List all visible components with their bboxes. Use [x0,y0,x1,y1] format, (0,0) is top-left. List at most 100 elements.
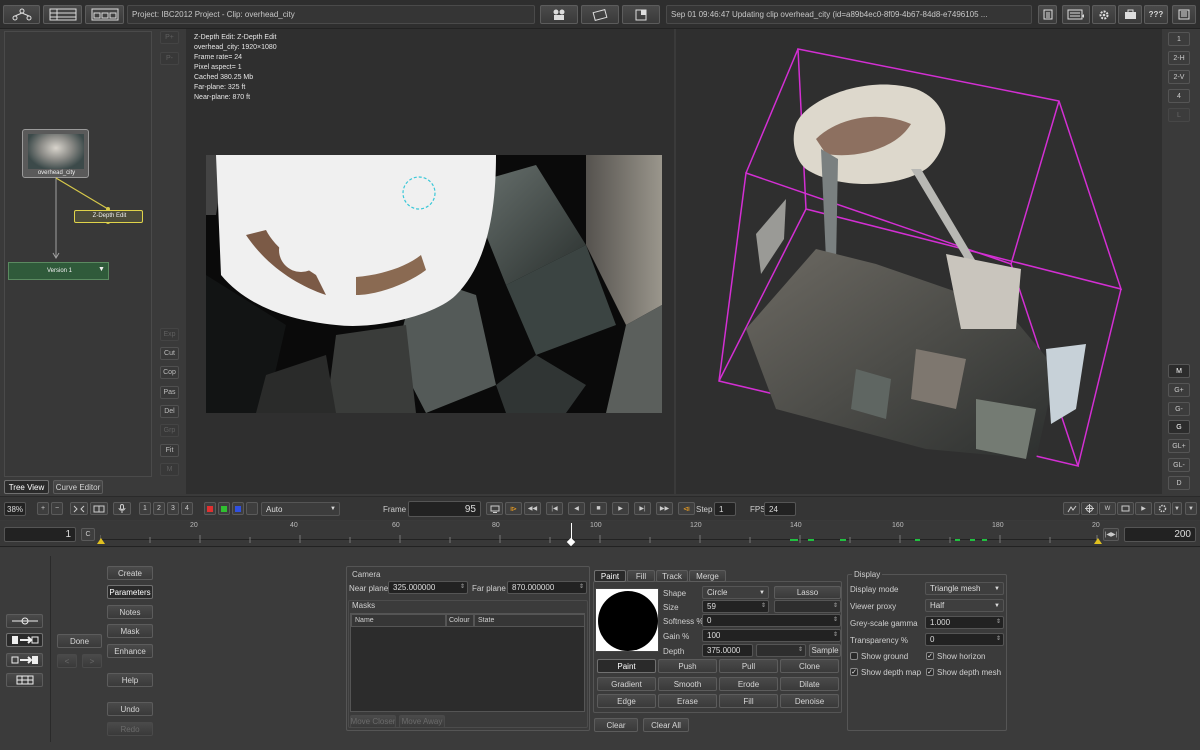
tool-fill-button[interactable]: Fill [719,694,778,708]
timeline-track[interactable]: 20 40 60 80 100 120 140 160 180 20 [97,522,1102,547]
tool-edge-button[interactable]: Edge [597,694,656,708]
redo-button[interactable]: Redo [107,722,153,736]
enhance-button[interactable]: Enhance [107,644,153,658]
tool-pull-button[interactable]: Pull [719,659,778,673]
fullscreen-button[interactable] [1172,5,1196,24]
mark-in-button[interactable]: ⧐ [505,502,522,515]
timeline-c-button[interactable]: C [81,528,95,541]
tab-fill[interactable]: Fill [627,570,655,582]
prev-key-button[interactable]: |◀ [546,502,563,515]
size-extra-input[interactable]: ⇕ [774,600,841,613]
show-depth-map-checkbox[interactable]: ✓ [850,668,858,676]
show-ground-checkbox[interactable] [850,652,858,660]
mode-line-button[interactable] [6,614,43,628]
tool-smooth-button[interactable]: Smooth [658,677,717,691]
view-button-gl-plus[interactable]: GL+ [1168,439,1190,453]
viewer-3d[interactable] [676,29,1162,494]
next-button[interactable]: > [82,654,102,668]
clapper-button[interactable] [581,5,619,24]
audio-button[interactable] [113,502,131,515]
zoom-in-button[interactable]: + [37,502,49,515]
stop-button[interactable]: ■ [590,502,607,515]
toolbox-button[interactable] [1118,5,1142,24]
view-button-m[interactable]: M [1168,364,1190,378]
version-dropdown-icon[interactable]: ▼ [98,266,105,273]
tool-push-button[interactable]: Push [658,659,717,673]
fps-input[interactable]: 24 [764,502,796,516]
view-button-d[interactable]: D [1168,476,1190,490]
next-key-button[interactable]: ▶| [634,502,651,515]
show-depth-mesh-checkbox[interactable]: ✓ [926,668,934,676]
help-button[interactable]: ??? [1144,5,1168,24]
tab-track[interactable]: Track [656,570,688,582]
viewer-2d[interactable]: Z-Depth Edit: Z-Depth Edit overhead_city… [186,29,674,494]
display-button[interactable] [486,502,503,515]
gain-input[interactable]: 100 ⇕ [702,629,841,642]
lasso-button[interactable]: Lasso [774,586,841,599]
wireframe-button[interactable]: W [1099,502,1116,515]
mode-grid-button[interactable] [6,673,43,687]
timeline-range-button[interactable]: |◀▶| [1103,528,1119,541]
settings-button[interactable] [1092,5,1116,24]
tool-dilate-button[interactable]: Dilate [780,677,839,691]
undo-button[interactable]: Undo [107,702,153,716]
view-button-2h[interactable]: 2-H [1168,51,1190,65]
shape-select[interactable]: Circle ▼ [702,586,769,599]
timeline-out-marker-icon[interactable] [1094,538,1102,544]
graph-view-button[interactable] [1063,502,1080,515]
frame-input[interactable]: 95 [408,501,481,517]
tool-erode-button[interactable]: Erode [719,677,778,691]
show-horizon-checkbox[interactable]: ✓ [926,652,934,660]
tree-side-button-exp[interactable]: Exp [160,328,179,341]
go-start-button[interactable]: ◀◀ [524,502,541,515]
channel-mode-select[interactable]: Auto ▼ [261,502,340,516]
timeline-in-marker-icon[interactable] [97,538,105,544]
depth-input[interactable]: 375.0000 [702,644,753,657]
tree-side-button-m[interactable]: M [160,463,179,476]
view-button-l[interactable]: L [1168,108,1190,122]
play-3d-button[interactable]: ▶ [1135,502,1152,515]
options-button[interactable] [1154,502,1171,515]
go-end-button[interactable]: ▶▶ [656,502,673,515]
view-button-4[interactable]: 4 [1168,89,1190,103]
tree-side-button-pas[interactable]: Pas [160,386,179,399]
view-button-gl-minus[interactable]: GL- [1168,458,1190,472]
notes-button-bottom[interactable]: Notes [107,605,153,619]
step-input[interactable]: 1 [714,502,736,516]
tree-side-button-del[interactable]: Del [160,405,179,418]
depth-extra-input[interactable]: ⇕ [756,644,806,657]
masks-col-state[interactable]: State [474,614,585,627]
done-button[interactable]: Done [57,634,102,648]
tool-erase-button[interactable]: Erase [658,694,717,708]
masks-table[interactable]: Name Colour State [350,613,585,712]
masks-col-name[interactable]: Name [351,614,446,627]
play-button[interactable]: ▶ [612,502,629,515]
camera-button[interactable] [540,5,578,24]
tool-clone-button[interactable]: Clone [780,659,839,673]
clear-button[interactable]: Clear [594,718,638,732]
view-num-4[interactable]: 4 [181,502,193,515]
tab-merge[interactable]: Merge [689,570,726,582]
masks-col-colour[interactable]: Colour [446,614,474,627]
tab-tree-view[interactable]: Tree View [4,480,49,494]
view-button-1[interactable]: 1 [1168,32,1190,46]
prev-button[interactable]: < [57,654,77,668]
viewer-proxy-select[interactable]: Half ▼ [925,599,1004,612]
notes-button[interactable] [1038,5,1057,24]
document-button[interactable] [622,5,660,24]
timeline-end-field[interactable]: 200 [1124,527,1196,542]
collapse-button[interactable]: ▼ [1185,502,1197,515]
move-closer-button[interactable]: Move Closer [350,715,396,728]
tab-curve-editor[interactable]: Curve Editor [53,480,103,494]
gamma-input[interactable]: 1.000 ⇕ [925,616,1004,629]
fit-view-button[interactable] [70,502,88,515]
channel-green-button[interactable] [218,502,230,515]
mode-export-button[interactable] [6,633,43,647]
create-button[interactable]: Create [107,566,153,580]
transparency-input[interactable]: 0 ⇕ [925,633,1004,646]
keyboard-button[interactable] [1062,5,1090,24]
move-away-button[interactable]: Move Away [399,715,445,728]
frame-button[interactable] [1117,502,1134,515]
tree-side-button-cop[interactable]: Cop [160,366,179,379]
depth-image[interactable] [206,155,662,413]
